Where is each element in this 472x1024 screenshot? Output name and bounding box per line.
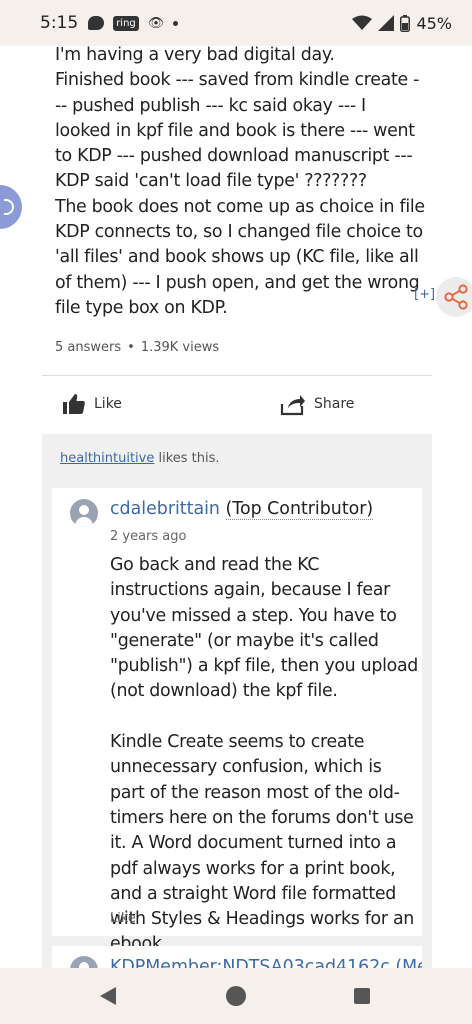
share-button[interactable]: Share (280, 392, 354, 416)
battery-percent: 45% (416, 13, 452, 33)
back-icon[interactable] (100, 987, 116, 1005)
floating-share-button[interactable] (436, 277, 472, 317)
ring-icon: ring (113, 15, 139, 31)
status-time: 5:15 (40, 13, 79, 33)
answer-time: 2 years ago (110, 529, 187, 544)
answers-count[interactable]: 5 answers (55, 340, 121, 355)
status-bar: 5:15 ring 👁 45% (0, 0, 472, 46)
answer-author: cdalebrittain (Top Contributor) (110, 499, 374, 520)
answers-panel: healthintuitive likes this. cdalebrittai… (42, 434, 432, 986)
likes-line: healthintuitive likes this. (60, 451, 220, 466)
question-line: The book does not come up as choice in f… (55, 196, 425, 318)
eye-icon: 👁 (147, 15, 165, 30)
liker-link[interactable]: healthintuitive (60, 451, 154, 466)
answer-like-button[interactable]: Like (110, 911, 136, 926)
views-count: 1.39K views (140, 340, 220, 355)
answer-paragraph: Kindle Create seems to create unnecessar… (110, 732, 415, 955)
home-icon[interactable] (226, 986, 246, 1006)
system-indicators: 45% (352, 14, 452, 33)
share-arrow-icon (280, 395, 305, 416)
author-name-link[interactable]: cdalebrittain (110, 499, 220, 519)
thumbs-up-icon (63, 394, 85, 414)
wifi-icon (352, 15, 373, 30)
system-nav-bar (0, 968, 472, 1024)
expand-link[interactable]: [+] (414, 287, 435, 302)
question-line: I'm having a very bad digital day. (55, 45, 335, 65)
question-meta: 5 answers • 1.39K views (55, 340, 219, 355)
recent-apps-icon[interactable] (354, 988, 370, 1004)
battery-icon (400, 14, 411, 32)
like-button[interactable]: Like (62, 392, 122, 416)
chat-icon (88, 16, 105, 30)
likes-suffix: likes this. (154, 451, 220, 466)
like-label: Like (94, 396, 122, 412)
answer-body: Go back and read the KC instructions aga… (110, 553, 420, 958)
question-line: Finished book --- saved from kindle crea… (55, 70, 420, 192)
dot-icon (173, 20, 179, 26)
action-bar: Like Share (42, 376, 432, 434)
share-label: Share (314, 396, 355, 412)
meta-separator: • (127, 340, 135, 355)
author-role: (Top Contributor) (225, 499, 374, 520)
question-body: I'm having a very bad digital day. Finis… (55, 43, 425, 321)
answer-card: cdalebrittain (Top Contributor) 2 years … (52, 488, 422, 954)
avatar[interactable] (70, 499, 98, 527)
notification-icons: ring 👁 (88, 15, 179, 31)
answer-paragraph: Go back and read the KC instructions aga… (110, 555, 419, 702)
floating-accessibility-button[interactable] (0, 185, 22, 229)
sound-wave-icon (4, 199, 14, 215)
share-nodes-icon (444, 284, 468, 310)
signal-icon (378, 15, 395, 31)
